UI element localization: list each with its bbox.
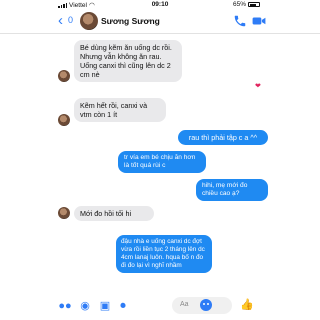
sender-avatar xyxy=(58,70,70,82)
message-received[interactable]: Bé dùng kẽm ăn uống dc rồi. Nhưng vẫn kh… xyxy=(74,40,182,82)
clock: 09:10 xyxy=(151,1,169,8)
battery-icon xyxy=(248,2,260,7)
message-received[interactable]: Mới đo hồi tối hi xyxy=(74,206,154,221)
menu-dots-icon[interactable]: ●● xyxy=(58,299,72,313)
sender-avatar xyxy=(58,114,70,126)
message-sent[interactable]: hihi, mẹ mới đo chiều cao ạ? xyxy=(196,179,268,201)
emoji-icon[interactable] xyxy=(200,299,212,311)
message-composer: ●● ◉ ▣ ⏺ Aa 👍 xyxy=(0,292,320,320)
message-sent[interactable]: tr vía em bé chịu ăn hơn là tốt quá rùi … xyxy=(118,151,206,173)
message-received[interactable]: Kẽm hết rồi, canxi và vtm còn 1 ít xyxy=(74,98,166,122)
status-bar: Viettel ◠ 09:10 65% xyxy=(0,0,320,10)
camera-icon[interactable]: ◉ xyxy=(78,299,92,313)
microphone-icon[interactable]: ⏺ xyxy=(116,299,130,313)
battery-percent: 65% xyxy=(232,1,246,8)
back-button[interactable]: ‹ xyxy=(58,13,63,29)
message-sent[interactable]: đậu nhà e uống canxi dc đợt vừa rồi liền… xyxy=(116,235,212,273)
contact-name[interactable]: Sương Sương xyxy=(101,16,160,26)
phone-icon[interactable] xyxy=(233,14,247,28)
heart-reaction-icon[interactable]: ❤ xyxy=(255,82,261,90)
video-camera-icon[interactable] xyxy=(252,15,266,27)
sender-avatar xyxy=(58,207,70,219)
contact-avatar[interactable] xyxy=(80,12,98,30)
chat-header: ‹ 0 Sương Sương xyxy=(0,10,320,34)
thumbs-up-icon[interactable]: 👍 xyxy=(240,298,254,312)
image-icon[interactable]: ▣ xyxy=(98,299,112,313)
unread-count: 0 xyxy=(68,15,74,25)
message-sent[interactable]: rau thì phải tập c a ^^ xyxy=(178,130,268,145)
battery-info: 65% xyxy=(233,1,260,8)
